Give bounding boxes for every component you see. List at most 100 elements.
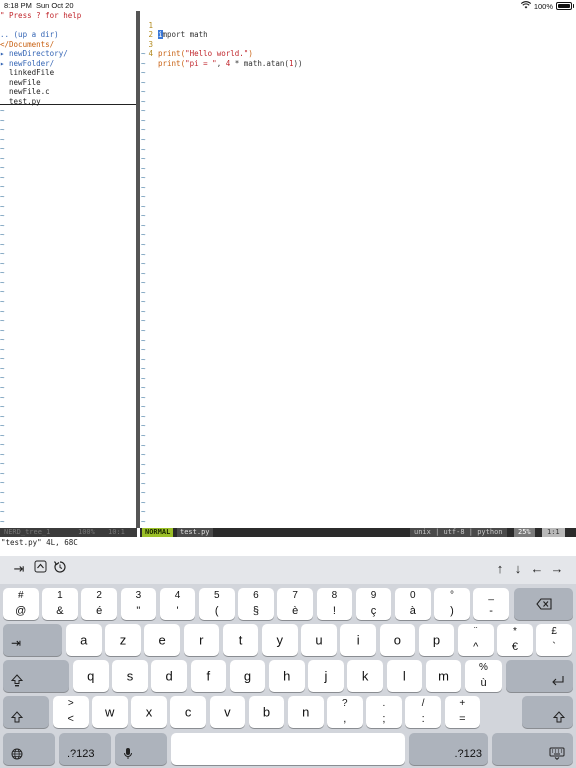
key[interactable]: n bbox=[288, 696, 324, 728]
key-label: b bbox=[262, 704, 271, 720]
return-key[interactable] bbox=[506, 660, 573, 692]
tree-item[interactable]: linkedFile bbox=[0, 68, 54, 78]
key[interactable]: 9ç bbox=[355, 588, 392, 620]
key[interactable]: u bbox=[301, 624, 337, 656]
key[interactable]: ¨ ^ bbox=[458, 624, 494, 656]
shift-key-right[interactable] bbox=[522, 696, 573, 728]
key[interactable]: a bbox=[66, 624, 102, 656]
key[interactable]: % ù bbox=[465, 660, 502, 692]
key-lower-label: " bbox=[136, 605, 141, 617]
key[interactable]: 4 ' bbox=[159, 588, 196, 620]
key[interactable]: f bbox=[190, 660, 227, 692]
key[interactable]: 6 § bbox=[238, 588, 274, 620]
arrow-down-icon[interactable]: ↓ bbox=[510, 560, 526, 578]
empty-line-marker: ~ bbox=[141, 335, 146, 345]
key[interactable]: j bbox=[308, 660, 344, 692]
empty-line-marker: ~ bbox=[0, 344, 5, 354]
empty-line-marker: ~ bbox=[141, 58, 146, 68]
key-lower-label: & bbox=[56, 605, 64, 617]
arrow-up-icon[interactable]: ↑ bbox=[492, 560, 508, 578]
key[interactable]: s bbox=[112, 660, 148, 692]
dictation-key[interactable] bbox=[115, 733, 167, 765]
key[interactable]: 5( bbox=[199, 588, 235, 620]
key[interactable]: k bbox=[347, 660, 383, 692]
command-message: "test.py" 4L, 68C bbox=[1, 538, 78, 547]
key[interactable]: ?, bbox=[327, 696, 363, 728]
tree-item[interactable]: newFile.c bbox=[0, 87, 50, 97]
key[interactable]: b bbox=[248, 696, 285, 728]
key[interactable]: 8! bbox=[316, 588, 353, 620]
key[interactable]: _ - bbox=[473, 588, 509, 620]
key[interactable]: + = bbox=[444, 696, 481, 728]
key[interactable]: i bbox=[340, 624, 376, 656]
empty-line-marker: ~ bbox=[0, 106, 5, 115]
key[interactable]: v bbox=[209, 696, 246, 728]
key[interactable]: h bbox=[269, 660, 305, 692]
key[interactable]: °) bbox=[434, 588, 470, 620]
key-label: l bbox=[402, 668, 406, 684]
nerdtree-statusline: NERD_tree_1 100% 10:1 bbox=[0, 528, 137, 537]
key[interactable]: o bbox=[379, 624, 416, 656]
tree-cwd[interactable]: </Documents/ bbox=[0, 40, 54, 50]
tab-key-icon[interactable]: ⇥ bbox=[10, 560, 28, 578]
code-line[interactable]: 2 bbox=[140, 21, 540, 39]
key[interactable]: e bbox=[144, 624, 180, 656]
key[interactable]: > < bbox=[53, 696, 89, 728]
arrow-right-icon[interactable]: → bbox=[548, 560, 566, 578]
key[interactable]: * € bbox=[497, 624, 533, 656]
key[interactable]: w bbox=[92, 696, 128, 728]
nerdtree-pane[interactable]: " Press ? for help .. (up a dir) </Docum… bbox=[0, 11, 136, 527]
key[interactable]: c bbox=[170, 696, 206, 728]
key[interactable]: 3 " bbox=[120, 588, 157, 620]
key[interactable]: l bbox=[386, 660, 423, 692]
key[interactable]: r bbox=[183, 624, 220, 656]
key[interactable]: # @ bbox=[3, 588, 39, 620]
key[interactable]: q bbox=[73, 660, 109, 692]
key[interactable]: x bbox=[131, 696, 167, 728]
key-upper-label: ° bbox=[449, 590, 454, 601]
empty-line-marker: ~ bbox=[0, 382, 5, 392]
empty-line-marker: ~ bbox=[141, 497, 146, 507]
numbers-key-right[interactable]: .?123 bbox=[409, 733, 488, 765]
empty-line-marker: ~ bbox=[141, 440, 146, 450]
tree-item[interactable]: newFile bbox=[0, 78, 41, 88]
tree-up-dir[interactable]: .. (up a dir) bbox=[0, 30, 59, 40]
editor-pane[interactable]: 1 import math 2 3 print("Hello world.") … bbox=[140, 11, 576, 527]
key[interactable]: d bbox=[151, 660, 187, 692]
key[interactable]: /: bbox=[405, 696, 441, 728]
hide-keyboard-key[interactable] bbox=[492, 733, 573, 765]
tree-item[interactable]: ▸ newDirectory/ bbox=[0, 49, 68, 59]
space-bar[interactable] bbox=[171, 733, 405, 765]
key[interactable]: z bbox=[105, 624, 141, 656]
key-lower-label: ! bbox=[332, 605, 336, 617]
control-key-icon[interactable] bbox=[31, 560, 49, 578]
key[interactable]: t bbox=[222, 624, 259, 656]
backspace-key[interactable] bbox=[514, 588, 573, 620]
tree-item[interactable]: ▸ newFolder/ bbox=[0, 59, 54, 69]
globe-key[interactable] bbox=[3, 733, 55, 765]
key[interactable]: .; bbox=[366, 696, 402, 728]
numbers-key-left[interactable]: .?123 bbox=[59, 733, 111, 765]
key[interactable]: p bbox=[418, 624, 455, 656]
shift-key-left[interactable] bbox=[3, 696, 49, 728]
empty-line-marker: ~ bbox=[141, 240, 146, 249]
key[interactable]: g bbox=[229, 660, 266, 692]
code-line[interactable]: 1 import math bbox=[140, 11, 540, 40]
tab-key[interactable]: ⇥ bbox=[3, 624, 62, 656]
code-line[interactable]: 4 print("pi = ", 4 * math.atan(1)) bbox=[140, 40, 540, 68]
empty-line-marker: ~ bbox=[141, 182, 146, 192]
key[interactable]: m bbox=[425, 660, 462, 692]
key[interactable]: 1 & bbox=[42, 588, 78, 620]
caps-lock-key[interactable] bbox=[3, 660, 69, 692]
escape-key-icon[interactable] bbox=[51, 560, 69, 578]
arrow-left-icon[interactable]: ← bbox=[528, 560, 546, 578]
key[interactable]: £ ` bbox=[536, 624, 572, 656]
key[interactable]: 7è bbox=[277, 588, 313, 620]
key[interactable]: y bbox=[262, 624, 298, 656]
code-line[interactable]: 3 print("Hello world.") bbox=[140, 30, 540, 59]
key[interactable]: 0à bbox=[395, 588, 431, 620]
empty-line-marker: ~ bbox=[141, 201, 146, 211]
key[interactable]: 2é bbox=[81, 588, 117, 620]
empty-line-marker: ~ bbox=[0, 306, 5, 316]
key-lower-label: , bbox=[343, 713, 347, 725]
